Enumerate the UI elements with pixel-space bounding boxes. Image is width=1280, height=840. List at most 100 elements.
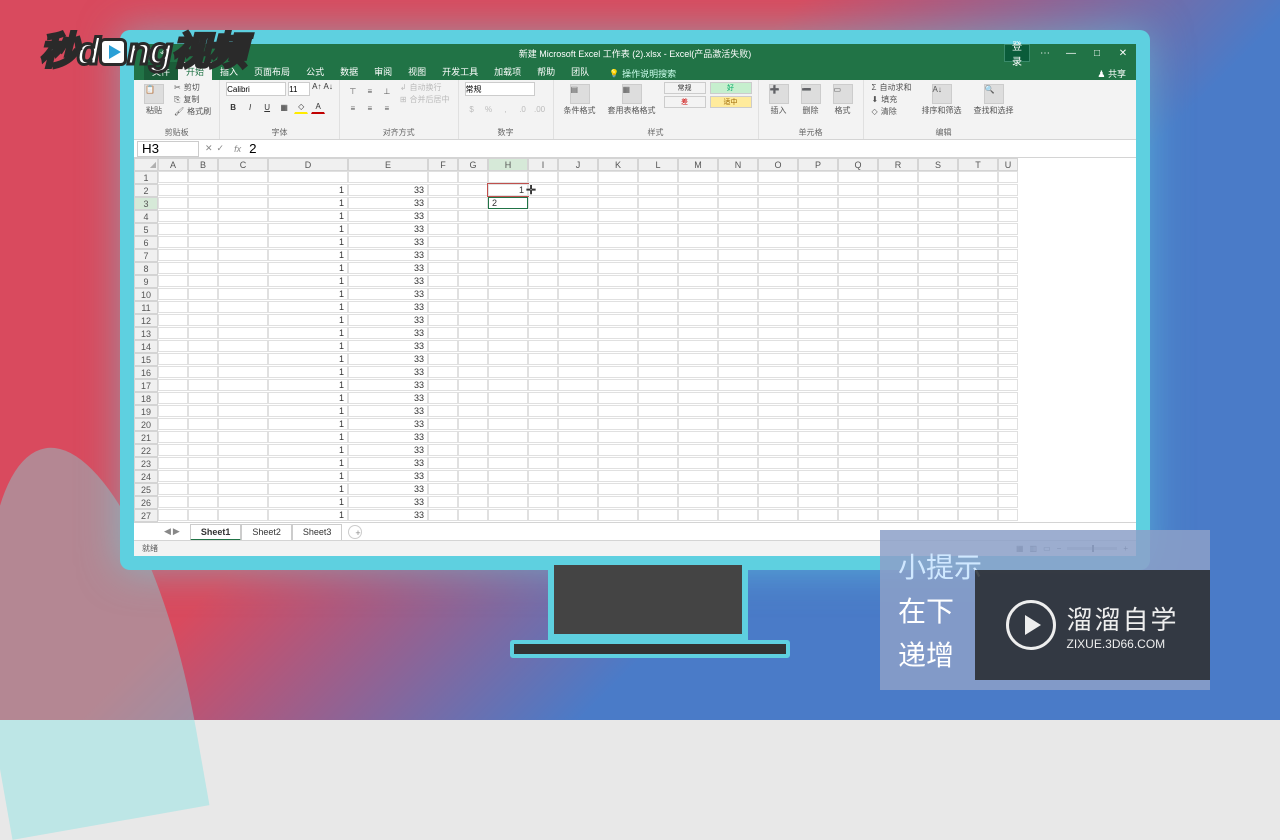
cell-T4[interactable] (958, 210, 998, 222)
fill-color-button[interactable]: ◇ (294, 100, 308, 114)
cell-M5[interactable] (678, 223, 718, 235)
cell-T20[interactable] (958, 418, 998, 430)
cell-O18[interactable] (758, 392, 798, 404)
name-box[interactable] (137, 141, 199, 157)
cell-K26[interactable] (598, 496, 638, 508)
cell-H19[interactable] (488, 405, 528, 417)
cell-C12[interactable] (218, 314, 268, 326)
cell-N24[interactable] (718, 470, 758, 482)
cell-R13[interactable] (878, 327, 918, 339)
cell-O7[interactable] (758, 249, 798, 261)
cell-U11[interactable] (998, 301, 1018, 313)
cell-S2[interactable] (918, 184, 958, 196)
cell-F4[interactable] (428, 210, 458, 222)
cell-K8[interactable] (598, 262, 638, 274)
cell-G5[interactable] (458, 223, 488, 235)
cell-O4[interactable] (758, 210, 798, 222)
cell-A9[interactable] (158, 275, 188, 287)
cell-D19[interactable]: 1 (268, 405, 348, 417)
cell-H21[interactable] (488, 431, 528, 443)
cell-L20[interactable] (638, 418, 678, 430)
cell-O3[interactable] (758, 197, 798, 209)
cell-C4[interactable] (218, 210, 268, 222)
cell-H27[interactable] (488, 509, 528, 521)
cell-O22[interactable] (758, 444, 798, 456)
cell-U18[interactable] (998, 392, 1018, 404)
cell-B14[interactable] (188, 340, 218, 352)
cell-G11[interactable] (458, 301, 488, 313)
underline-button[interactable]: U (260, 100, 274, 114)
cell-I10[interactable] (528, 288, 558, 300)
cell-R22[interactable] (878, 444, 918, 456)
cell-L3[interactable] (638, 197, 678, 209)
cell-F18[interactable] (428, 392, 458, 404)
cell-J18[interactable] (558, 392, 598, 404)
cell-E11[interactable]: 33 (348, 301, 428, 313)
cell-H5[interactable] (488, 223, 528, 235)
cell-O26[interactable] (758, 496, 798, 508)
cell-Q14[interactable] (838, 340, 878, 352)
cell-A4[interactable] (158, 210, 188, 222)
cell-E15[interactable]: 33 (348, 353, 428, 365)
cell-S19[interactable] (918, 405, 958, 417)
cell-C11[interactable] (218, 301, 268, 313)
delete-cells-button[interactable]: ➖删除 (797, 82, 825, 118)
cell-P2[interactable] (798, 184, 838, 196)
cell-K15[interactable] (598, 353, 638, 365)
cell-H6[interactable] (488, 236, 528, 248)
cell-M10[interactable] (678, 288, 718, 300)
cell-M21[interactable] (678, 431, 718, 443)
align-top-icon[interactable]: ⊤ (346, 84, 360, 98)
cell-R1[interactable] (878, 171, 918, 183)
cell-E20[interactable]: 33 (348, 418, 428, 430)
cell-A6[interactable] (158, 236, 188, 248)
cell-D2[interactable]: 1 (268, 184, 348, 196)
cell-D5[interactable]: 1 (268, 223, 348, 235)
cell-U20[interactable] (998, 418, 1018, 430)
cell-L17[interactable] (638, 379, 678, 391)
col-header-R[interactable]: R (878, 158, 918, 171)
cell-O23[interactable] (758, 457, 798, 469)
col-header-G[interactable]: G (458, 158, 488, 171)
number-format-combo[interactable] (465, 82, 535, 96)
cell-R14[interactable] (878, 340, 918, 352)
cell-F20[interactable] (428, 418, 458, 430)
close-button[interactable]: ✕ (1110, 44, 1136, 62)
add-sheet-button[interactable]: + (348, 525, 362, 539)
cell-J5[interactable] (558, 223, 598, 235)
cell-L6[interactable] (638, 236, 678, 248)
cancel-formula-icon[interactable]: ✕ (205, 143, 213, 154)
tab-help[interactable]: 帮助 (529, 62, 563, 80)
cell-N11[interactable] (718, 301, 758, 313)
cell-F15[interactable] (428, 353, 458, 365)
cell-Q6[interactable] (838, 236, 878, 248)
cell-A13[interactable] (158, 327, 188, 339)
cell-C23[interactable] (218, 457, 268, 469)
cell-J4[interactable] (558, 210, 598, 222)
cell-A27[interactable] (158, 509, 188, 521)
cell-H1[interactable] (488, 171, 528, 183)
cell-H25[interactable] (488, 483, 528, 495)
currency-icon[interactable]: $ (465, 102, 479, 116)
cell-P25[interactable] (798, 483, 838, 495)
find-select-button[interactable]: 🔍查找和选择 (970, 82, 1018, 118)
cell-D10[interactable]: 1 (268, 288, 348, 300)
cell-Q1[interactable] (838, 171, 878, 183)
cell-N8[interactable] (718, 262, 758, 274)
cell-H15[interactable] (488, 353, 528, 365)
cell-N9[interactable] (718, 275, 758, 287)
cell-F8[interactable] (428, 262, 458, 274)
cell-N21[interactable] (718, 431, 758, 443)
cell-E24[interactable]: 33 (348, 470, 428, 482)
cell-O11[interactable] (758, 301, 798, 313)
cell-S20[interactable] (918, 418, 958, 430)
cell-N15[interactable] (718, 353, 758, 365)
cell-K9[interactable] (598, 275, 638, 287)
cell-A14[interactable] (158, 340, 188, 352)
cell-N20[interactable] (718, 418, 758, 430)
cell-E21[interactable]: 33 (348, 431, 428, 443)
cell-Q27[interactable] (838, 509, 878, 521)
cell-M23[interactable] (678, 457, 718, 469)
cell-R18[interactable] (878, 392, 918, 404)
cell-R7[interactable] (878, 249, 918, 261)
